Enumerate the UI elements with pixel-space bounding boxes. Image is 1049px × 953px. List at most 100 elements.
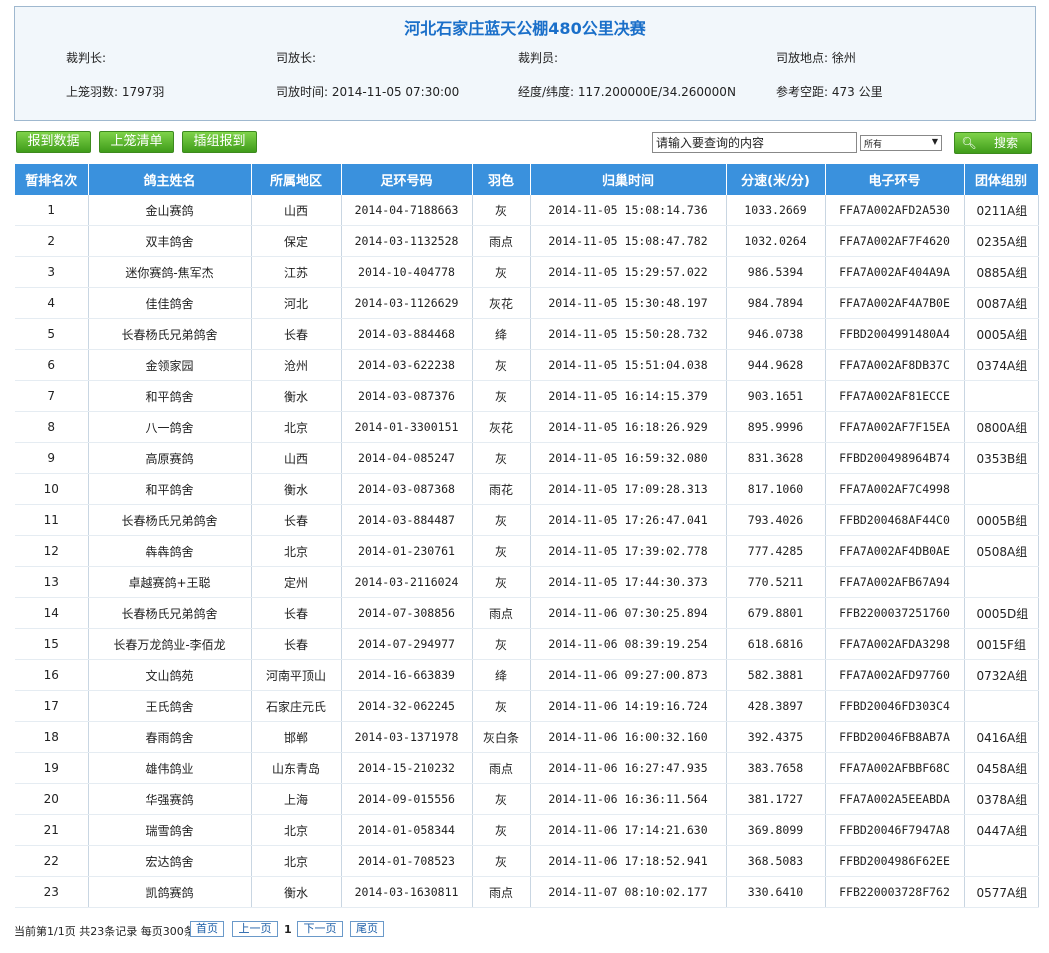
group-report-button[interactable]: 插组报到 <box>182 131 257 153</box>
owner-link[interactable]: 长春杨氏兄弟鸽舍 <box>88 597 252 629</box>
table-row: 10 和平鸽舍 衡水 2014-03-087368 雨花 2014-11-05 17:09… <box>15 473 1039 505</box>
arrival-time-cell: 2014-11-06 17:14:21.630 <box>530 814 727 846</box>
owner-link[interactable]: 卓越赛鸽+王聪 <box>88 566 252 598</box>
group-link <box>964 473 1039 505</box>
owner-link[interactable]: 长春杨氏兄弟鸽舍 <box>88 318 252 350</box>
chief-judge-label: 裁判长: <box>66 51 107 65</box>
group-link[interactable]: 0005A组 <box>964 318 1039 350</box>
arrival-time-cell: 2014-11-06 07:30:25.894 <box>530 597 727 629</box>
owner-link[interactable]: 春雨鸽舍 <box>88 721 252 753</box>
chip-ring-cell: FFA7A002AF7C4998 <box>825 473 965 505</box>
chip-ring-cell: FFA7A002AFDA3298 <box>825 628 965 660</box>
owner-link[interactable]: 金山赛鸽 <box>88 195 252 226</box>
group-link[interactable]: 0416A组 <box>964 721 1039 753</box>
color-cell: 雨花 <box>472 473 531 505</box>
group-link[interactable]: 0577A组 <box>964 876 1039 908</box>
table-row: 18 春雨鸽舍 邯郸 2014-03-1371978 灰白条 2014-11-06 16:… <box>15 721 1039 753</box>
table-row: 9 高原赛鸽 山西 2014-04-085247 灰 2014-11-05 16:59:3… <box>15 442 1039 474</box>
group-link[interactable]: 0005B组 <box>964 504 1039 536</box>
owner-link[interactable]: 瑞雪鸽舍 <box>88 814 252 846</box>
chip-ring-cell: FFA7A002AF4DB0AE <box>825 535 965 567</box>
owner-link[interactable]: 文山鸽苑 <box>88 659 252 691</box>
group-link[interactable]: 0015F组 <box>964 628 1039 660</box>
prev-page-button[interactable]: 上一页 <box>232 921 278 937</box>
color-cell: 灰花 <box>472 287 531 319</box>
group-link[interactable]: 0800A组 <box>964 411 1039 443</box>
chip-ring-cell: FFBD20046FD303C4 <box>825 690 965 722</box>
owner-link[interactable]: 凯鸽赛鸽 <box>88 876 252 908</box>
owner-link[interactable]: 佳佳鸽舍 <box>88 287 252 319</box>
arrival-time-cell: 2014-11-05 15:30:48.197 <box>530 287 727 319</box>
owner-link[interactable]: 华强赛鸽 <box>88 783 252 815</box>
arrival-time-cell: 2014-11-05 15:50:28.732 <box>530 318 727 350</box>
group-link[interactable]: 0235A组 <box>964 225 1039 257</box>
arrival-time-cell: 2014-11-06 17:18:52.941 <box>530 845 727 877</box>
group-link[interactable]: 0378A组 <box>964 783 1039 815</box>
table-row: 19 雄伟鸽业 山东青岛 2014-15-210232 雨点 2014-11-06 16:… <box>15 752 1039 784</box>
speed-cell: 679.8801 <box>726 597 826 629</box>
search-scope-select[interactable]: 所有 ▼ <box>860 135 942 151</box>
header-owner: 鸽主姓名 <box>88 164 252 195</box>
group-link[interactable]: 0211A组 <box>964 195 1039 226</box>
first-page-button[interactable]: 首页 <box>190 921 224 937</box>
owner-link[interactable]: 高原赛鸽 <box>88 442 252 474</box>
owner-link[interactable]: 和平鸽舍 <box>88 473 252 505</box>
next-page-button[interactable]: 下一页 <box>297 921 343 937</box>
owner-link[interactable]: 迷你赛鸽-焦军杰 <box>88 256 252 288</box>
owner-link[interactable]: 和平鸽舍 <box>88 380 252 412</box>
ring-number-cell: 2014-01-058344 <box>341 814 473 846</box>
region-cell: 河北 <box>251 287 342 319</box>
ring-number-cell: 2014-03-1630811 <box>341 876 473 908</box>
speed-cell: 895.9996 <box>726 411 826 443</box>
region-cell: 沧州 <box>251 349 342 381</box>
group-link[interactable]: 0447A组 <box>964 814 1039 846</box>
chip-ring-cell: FFA7A002AF81ECCE <box>825 380 965 412</box>
group-link[interactable]: 0732A组 <box>964 659 1039 691</box>
rank-cell: 14 <box>15 597 89 629</box>
chip-ring-cell: FFA7A002AF7F15EA <box>825 411 965 443</box>
group-link[interactable]: 0508A组 <box>964 535 1039 567</box>
group-link[interactable]: 0458A组 <box>964 752 1039 784</box>
region-cell: 长春 <box>251 504 342 536</box>
owner-link[interactable]: 雄伟鸽业 <box>88 752 252 784</box>
table-row: 6 金领家园 沧州 2014-03-622238 灰 2014-11-05 15:51:0… <box>15 349 1039 381</box>
color-cell: 灰白条 <box>472 721 531 753</box>
ring-number-cell: 2014-07-308856 <box>341 597 473 629</box>
rank-cell: 8 <box>15 411 89 443</box>
color-cell: 绛 <box>472 659 531 691</box>
basket-list-button[interactable]: 上笼清单 <box>99 131 174 153</box>
owner-link[interactable]: 宏达鸽舍 <box>88 845 252 877</box>
group-link[interactable]: 0005D组 <box>964 597 1039 629</box>
race-title: 河北石家庄蓝天公棚480公里决赛 <box>404 19 646 38</box>
chip-ring-cell: FFB220003728F762 <box>825 876 965 908</box>
chip-ring-cell: FFBD20046F7947A8 <box>825 814 965 846</box>
report-data-button[interactable]: 报到数据 <box>16 131 91 153</box>
arrival-time-cell: 2014-11-06 09:27:00.873 <box>530 659 727 691</box>
owner-link[interactable]: 双丰鸽舍 <box>88 225 252 257</box>
owner-link[interactable]: 金领家园 <box>88 349 252 381</box>
group-link[interactable]: 0353B组 <box>964 442 1039 474</box>
owner-link[interactable]: 八一鸽舍 <box>88 411 252 443</box>
group-link[interactable]: 0885A组 <box>964 256 1039 288</box>
chip-ring-cell: FFA7A002AF4A7B0E <box>825 287 965 319</box>
color-cell: 灰 <box>472 566 531 598</box>
group-link[interactable]: 0087A组 <box>964 287 1039 319</box>
owner-link[interactable]: 长春杨氏兄弟鸽舍 <box>88 504 252 536</box>
group-link[interactable]: 0374A组 <box>964 349 1039 381</box>
region-cell: 保定 <box>251 225 342 257</box>
speed-cell: 817.1060 <box>726 473 826 505</box>
results-table: 暂排名次 鸽主姓名 所属地区 足环号码 羽色 归巢时间 分速(米/分) 电子环号 团体组别 1金… <box>15 164 1039 908</box>
color-cell: 灰 <box>472 690 531 722</box>
search-input[interactable] <box>652 132 857 153</box>
last-page-button[interactable]: 尾页 <box>350 921 384 937</box>
region-cell: 长春 <box>251 597 342 629</box>
owner-link[interactable]: 犇犇鸽舍 <box>88 535 252 567</box>
ring-number-cell: 2014-03-1371978 <box>341 721 473 753</box>
search-button[interactable]: 🔍︎ 搜索 <box>954 132 1032 154</box>
header-color: 羽色 <box>472 164 531 195</box>
speed-cell: 618.6816 <box>726 628 826 660</box>
owner-link[interactable]: 王氏鸽舍 <box>88 690 252 722</box>
speed-cell: 777.4285 <box>726 535 826 567</box>
owner-link[interactable]: 长春万龙鸽业-李佰龙 <box>88 628 252 660</box>
ring-number-cell: 2014-10-404778 <box>341 256 473 288</box>
